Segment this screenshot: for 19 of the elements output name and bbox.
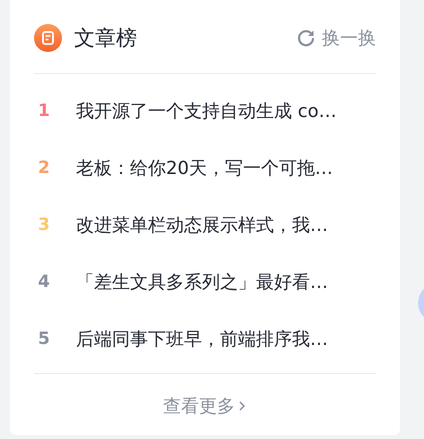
article-title: 改进菜单栏动态展示样式，我… [76, 214, 328, 236]
refresh-icon [296, 28, 316, 48]
rank-number: 5 [37, 328, 51, 348]
chevron-right-icon [237, 399, 247, 413]
article-title: 后端同事下班早，前端排序我… [76, 328, 328, 350]
article-title: 我开源了一个支持自动生成 co… [76, 100, 337, 122]
card-title: 文章榜 [74, 24, 137, 52]
article-item[interactable]: 4 「差生文具多系列之」最好看… [34, 253, 376, 310]
article-item[interactable]: 2 老板：给你20天，写一个可拖… [34, 139, 376, 196]
article-title: 老板：给你20天，写一个可拖… [76, 156, 333, 180]
article-title: 「差生文具多系列之」最好看… [76, 270, 328, 294]
rank-number: 4 [37, 272, 51, 292]
article-item[interactable]: 3 改进菜单栏动态展示样式，我… [34, 196, 376, 253]
article-item[interactable]: 5 后端同事下班早，前端排序我… [34, 310, 376, 367]
article-icon [34, 24, 62, 52]
rank-number: 1 [37, 100, 51, 120]
article-item[interactable]: 1 我开源了一个支持自动生成 co… [34, 82, 376, 139]
rank-number: 2 [37, 158, 51, 178]
rank-number: 3 [37, 214, 51, 234]
